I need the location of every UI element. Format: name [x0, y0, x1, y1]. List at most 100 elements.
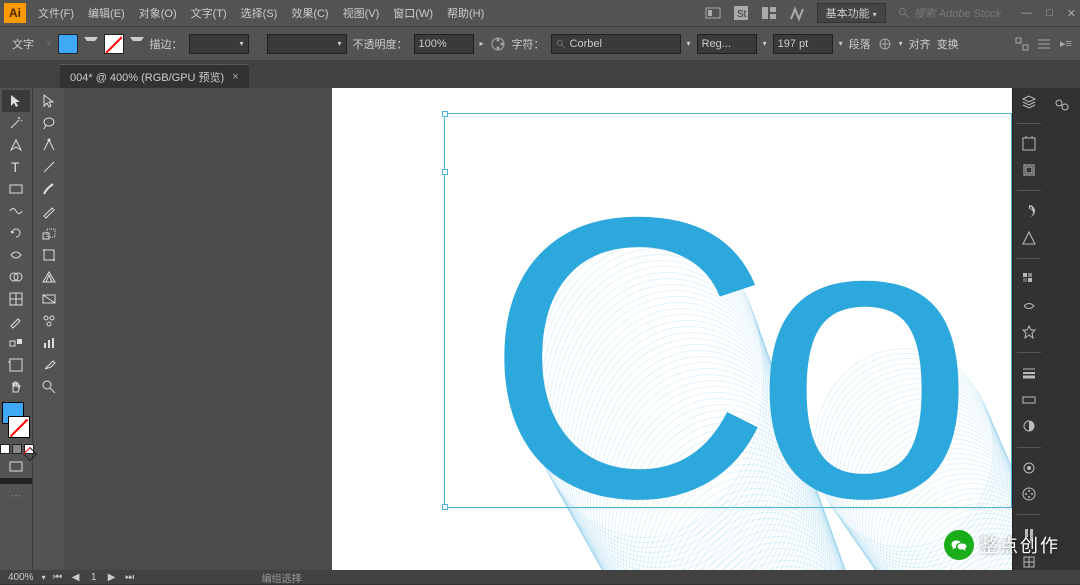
brushes-panel-icon[interactable] [1018, 297, 1040, 314]
menu-window[interactable]: 窗口(W) [387, 2, 439, 24]
canvas-text-object[interactable]: Co [484, 198, 955, 518]
pencil-tool[interactable] [35, 200, 63, 222]
layers-panel-icon[interactable] [1018, 94, 1040, 111]
arrange-icon[interactable] [761, 5, 777, 21]
edit-toolbar-button[interactable]: ⋯ [2, 484, 30, 506]
width-tool[interactable] [2, 244, 30, 266]
font-size-field[interactable]: 197 pt [773, 34, 833, 54]
opacity-field[interactable]: 100% [414, 34, 474, 54]
nav-next[interactable]: ▶ [106, 572, 118, 583]
align-label[interactable]: 对齐 [909, 36, 931, 52]
screen-mode-tool[interactable] [2, 456, 30, 478]
color-guide-icon[interactable] [1018, 230, 1040, 247]
appearance-panel-icon[interactable] [1018, 459, 1040, 476]
scale-tool[interactable] [35, 222, 63, 244]
selection-tool[interactable] [2, 90, 30, 112]
menu-help[interactable]: 帮助(H) [441, 2, 490, 24]
fill-dropdown[interactable] [84, 37, 98, 51]
eyedropper-tool[interactable] [2, 310, 30, 332]
fill-swatch[interactable] [58, 34, 78, 54]
maximize-button[interactable]: □ [1046, 7, 1053, 20]
align-button[interactable] [877, 36, 893, 52]
symbol-tool[interactable] [35, 310, 63, 332]
zoom-tool[interactable] [35, 376, 63, 398]
gradient-tool[interactable] [35, 288, 63, 310]
status-bar: 400%▾ ⏮ ◀ 1 ▶ ⏭ 编组选择 [0, 570, 1080, 584]
zoom-level[interactable]: 400% [0, 572, 42, 583]
tab-close-icon[interactable]: × [232, 71, 238, 83]
gpu-icon[interactable] [789, 5, 805, 21]
pen-tool[interactable] [2, 134, 30, 156]
symbols-panel-icon[interactable] [1018, 324, 1040, 341]
paragraph-label[interactable]: 段落 [849, 36, 871, 52]
svg-text:St: St [737, 9, 747, 20]
close-button[interactable]: ✕ [1067, 7, 1076, 20]
bridge-icon[interactable] [705, 5, 721, 21]
swatches-panel-icon[interactable] [1018, 271, 1040, 288]
rotate-tool[interactable] [2, 222, 30, 244]
font-family-field[interactable]: Corbel [551, 34, 681, 54]
artboard-tool[interactable] [2, 354, 30, 376]
search-placeholder: 搜索 Adobe Stock [914, 5, 1001, 21]
line-tool[interactable] [35, 156, 63, 178]
nav-last[interactable]: ⏭ [124, 572, 136, 583]
stroke-panel-icon[interactable] [1018, 365, 1040, 382]
menu-file[interactable]: 文件(F) [32, 2, 80, 24]
mesh-tool[interactable] [2, 288, 30, 310]
graph-tool[interactable] [35, 332, 63, 354]
hand-tool[interactable] [2, 376, 30, 398]
menu-view[interactable]: 视图(V) [337, 2, 386, 24]
rectangle-tool[interactable] [2, 178, 30, 200]
nav-prev[interactable]: ◀ [70, 572, 82, 583]
graphic-styles-icon[interactable] [1018, 486, 1040, 503]
artboard-nav: ⏮ ◀ 1 ▶ ⏭ [46, 572, 142, 583]
font-style-field[interactable]: Reg... [697, 34, 757, 54]
color-mode-row[interactable] [0, 444, 34, 454]
gradient-panel-icon[interactable] [1018, 392, 1040, 409]
menu-object[interactable]: 对象(O) [133, 2, 183, 24]
menu-type[interactable]: 文字(T) [185, 2, 233, 24]
stock-icon[interactable]: St [733, 5, 749, 21]
wechat-icon [944, 530, 974, 560]
workspace: T ⋯ document.write(Ar [0, 88, 1080, 570]
fill-stroke-indicator[interactable] [2, 402, 30, 438]
lasso-tool[interactable] [35, 112, 63, 134]
free-transform-tool[interactable] [35, 244, 63, 266]
stroke-swatch[interactable] [104, 34, 124, 54]
isolate-icon[interactable] [1014, 36, 1030, 52]
direct-selection-tool[interactable] [35, 90, 63, 112]
menu-edit[interactable]: 编辑(E) [82, 2, 131, 24]
perspective-tool[interactable] [35, 266, 63, 288]
type-tool[interactable]: T [2, 156, 30, 178]
menu-effect[interactable]: 效果(C) [285, 2, 334, 24]
artboards-panel-icon[interactable] [1018, 135, 1040, 152]
minimize-button[interactable]: — [1021, 7, 1032, 20]
libraries-icon[interactable] [1051, 94, 1073, 116]
color-panel-icon[interactable] [1018, 203, 1040, 220]
nav-current[interactable]: 1 [88, 572, 100, 583]
stroke-weight-field[interactable]: ▾ [189, 34, 249, 54]
slice-tool[interactable] [35, 354, 63, 376]
recolor-icon[interactable] [490, 36, 506, 52]
workspace-switcher[interactable]: 基本功能 ▾ [817, 3, 886, 23]
brush-field[interactable]: ▾ [267, 34, 347, 54]
brush-tool[interactable] [35, 178, 63, 200]
curvature-tool[interactable] [35, 134, 63, 156]
stroke-dropdown[interactable] [130, 37, 144, 51]
shape-builder-tool[interactable] [2, 266, 30, 288]
search-stock[interactable]: 搜索 Adobe Stock [898, 5, 1001, 21]
transform-label[interactable]: 变换 [937, 36, 959, 52]
blend-tool[interactable] [2, 332, 30, 354]
asset-export-icon[interactable] [1018, 162, 1040, 179]
settings-icon[interactable] [1036, 36, 1052, 52]
nav-first[interactable]: ⏮ [52, 572, 64, 583]
tool-name-label: 文字 [6, 36, 40, 52]
document-tab[interactable]: 004* @ 400% (RGB/GPU 预览) × [60, 64, 249, 88]
menu-select[interactable]: 选择(S) [235, 2, 284, 24]
shaper-tool[interactable] [2, 200, 30, 222]
transparency-panel-icon[interactable] [1018, 418, 1040, 435]
canvas-area[interactable]: document.write(Array.from({length:60},(_… [64, 88, 1012, 570]
magic-wand-tool[interactable] [2, 112, 30, 134]
panel-options-icon[interactable]: ▸≡ [1058, 36, 1074, 52]
options-bar: 文字 ▾ 描边： ▾ ▾ 不透明度： 100% ▸ 字符： Corbel ▾ R… [0, 26, 1080, 60]
